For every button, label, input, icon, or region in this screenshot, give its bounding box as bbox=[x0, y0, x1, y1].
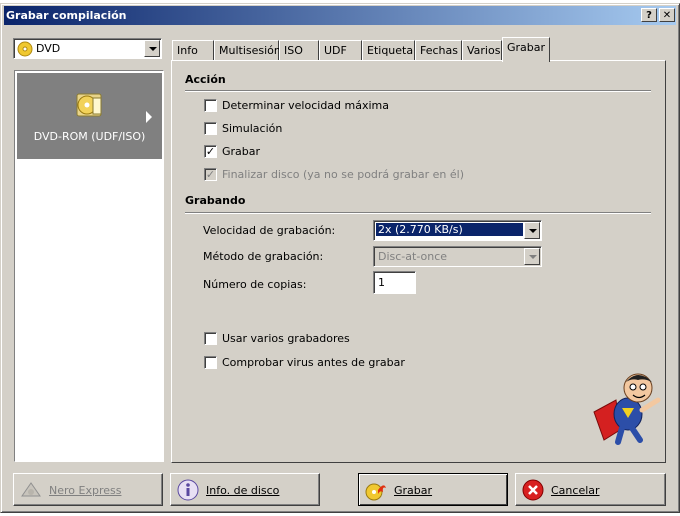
divider bbox=[185, 90, 651, 92]
dvd-folder-icon bbox=[76, 93, 102, 117]
tab-udf[interactable]: UDF bbox=[319, 40, 362, 61]
copies-field[interactable]: 1 bbox=[373, 271, 416, 294]
divider bbox=[185, 212, 651, 214]
checkbox-label: Simulación bbox=[222, 122, 283, 135]
copies-label: Número de copias: bbox=[203, 278, 307, 291]
list-item-dvd-rom[interactable]: DVD-ROM (UDF/ISO) bbox=[17, 73, 162, 159]
checkbox-label: Determinar velocidad máxima bbox=[222, 99, 389, 112]
tab-iso[interactable]: ISO bbox=[279, 40, 319, 61]
checkbox[interactable] bbox=[204, 332, 217, 345]
burn-label: Grabar bbox=[394, 484, 433, 497]
checkbox-label: Comprobar virus antes de grabar bbox=[222, 356, 405, 369]
tab-etiqueta[interactable]: Etiqueta bbox=[362, 40, 415, 61]
superhero-mascot-icon bbox=[593, 373, 661, 445]
cancel-icon bbox=[522, 479, 544, 501]
tab-grabar[interactable]: Grabar bbox=[502, 37, 550, 62]
burn-compilation-dialog: Grabar compilación ? ✕ DVD DVD-ROM (UDF/… bbox=[0, 3, 680, 513]
chevron-right-icon bbox=[146, 111, 152, 123]
close-button[interactable]: ✕ bbox=[659, 8, 675, 22]
chevron-down-icon[interactable] bbox=[144, 40, 160, 57]
section-title-grabando: Grabando bbox=[185, 194, 246, 207]
info-icon bbox=[177, 479, 199, 501]
chevron-down-icon[interactable] bbox=[524, 222, 540, 239]
method-select: Disc-at-once bbox=[373, 246, 542, 267]
burn-button[interactable]: Grabar bbox=[358, 473, 508, 506]
help-button[interactable]: ? bbox=[641, 8, 657, 22]
checkbox-label: Usar varios grabadores bbox=[222, 332, 350, 345]
speed-select[interactable]: 2x (2.770 KB/s) bbox=[373, 220, 542, 241]
title-bar[interactable]: Grabar compilación ? ✕ bbox=[4, 6, 676, 25]
list-item-label: DVD-ROM (UDF/ISO) bbox=[33, 130, 146, 143]
checkbox-label: Grabar bbox=[222, 145, 261, 158]
tab-info[interactable]: Info bbox=[172, 40, 214, 61]
nero-express-icon bbox=[21, 482, 41, 497]
checkbox-checked[interactable]: ✓ bbox=[204, 145, 217, 158]
media-type-value: DVD bbox=[36, 42, 61, 55]
tab-multisesion[interactable]: Multisesión bbox=[214, 40, 281, 61]
chevron-down-icon bbox=[524, 248, 540, 265]
checkbox[interactable] bbox=[204, 99, 217, 112]
nero-express-label: Nero Express bbox=[49, 484, 122, 497]
checkbox-checked: ✓ bbox=[204, 168, 217, 181]
window-title: Grabar compilación bbox=[6, 9, 127, 22]
disc-info-button[interactable]: Info. de disco bbox=[170, 473, 320, 506]
section-title-accion: Acción bbox=[185, 73, 226, 86]
tab-varios[interactable]: Varios bbox=[462, 40, 502, 61]
cancel-label: Cancelar bbox=[551, 484, 600, 497]
cancel-button[interactable]: Cancelar bbox=[515, 473, 666, 506]
nero-express-button: Nero Express bbox=[13, 473, 163, 506]
method-label: Método de grabación: bbox=[203, 250, 324, 263]
checkbox-label: Finalizar disco (ya no se podrá grabar e… bbox=[222, 168, 465, 181]
checkbox[interactable] bbox=[204, 356, 217, 369]
method-value: Disc-at-once bbox=[378, 250, 448, 263]
disc-info-label: Info. de disco bbox=[206, 484, 280, 497]
checkbox[interactable] bbox=[204, 122, 217, 135]
dvd-disc-icon bbox=[17, 41, 33, 57]
speed-value: 2x (2.770 KB/s) bbox=[376, 223, 523, 236]
speed-label: Velocidad de grabación: bbox=[203, 224, 336, 237]
tab-fechas[interactable]: Fechas bbox=[415, 40, 462, 61]
compilation-type-list: DVD-ROM (UDF/ISO) bbox=[14, 70, 164, 462]
media-type-select[interactable]: DVD bbox=[13, 38, 162, 59]
copies-value: 1 bbox=[378, 276, 385, 289]
burn-flame-icon bbox=[365, 483, 386, 501]
